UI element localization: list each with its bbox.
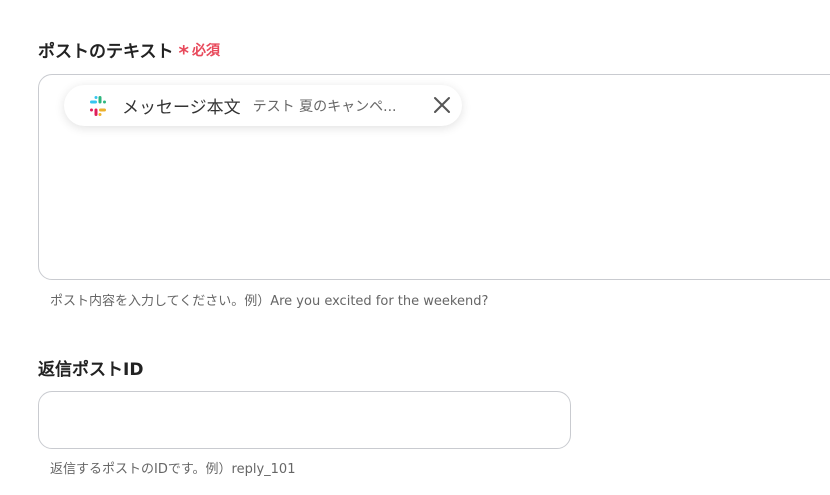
variable-chip[interactable]: メッセージ本文 テスト 夏のキャンペ...: [64, 85, 462, 126]
reply-post-id-label: 返信ポストID: [38, 360, 144, 380]
reply-post-id-hint: 返信するポストのIDです。例）reply_101: [50, 462, 296, 477]
required-badge: 必須: [191, 42, 220, 59]
chip-variable-value: テスト 夏のキャンペ...: [252, 98, 397, 115]
reply-post-id-label-row: 返信ポストID: [38, 355, 143, 380]
post-text-label: ポストのテキスト: [38, 42, 174, 62]
post-text-hint: ポスト内容を入力してください。例）Are you excited for the…: [50, 294, 489, 309]
reply-post-id-input[interactable]: [38, 391, 571, 449]
post-text-label-row: ポストのテキスト * 必須: [38, 37, 220, 65]
form-page: ポストのテキスト * 必須 メッセージ本文 テスト 夏のキャンペ... ポスト内…: [0, 0, 830, 495]
required-asterisk: *: [178, 40, 189, 65]
close-icon[interactable]: [432, 95, 452, 115]
slack-icon: [90, 95, 106, 116]
chip-variable-name: メッセージ本文: [122, 98, 241, 118]
